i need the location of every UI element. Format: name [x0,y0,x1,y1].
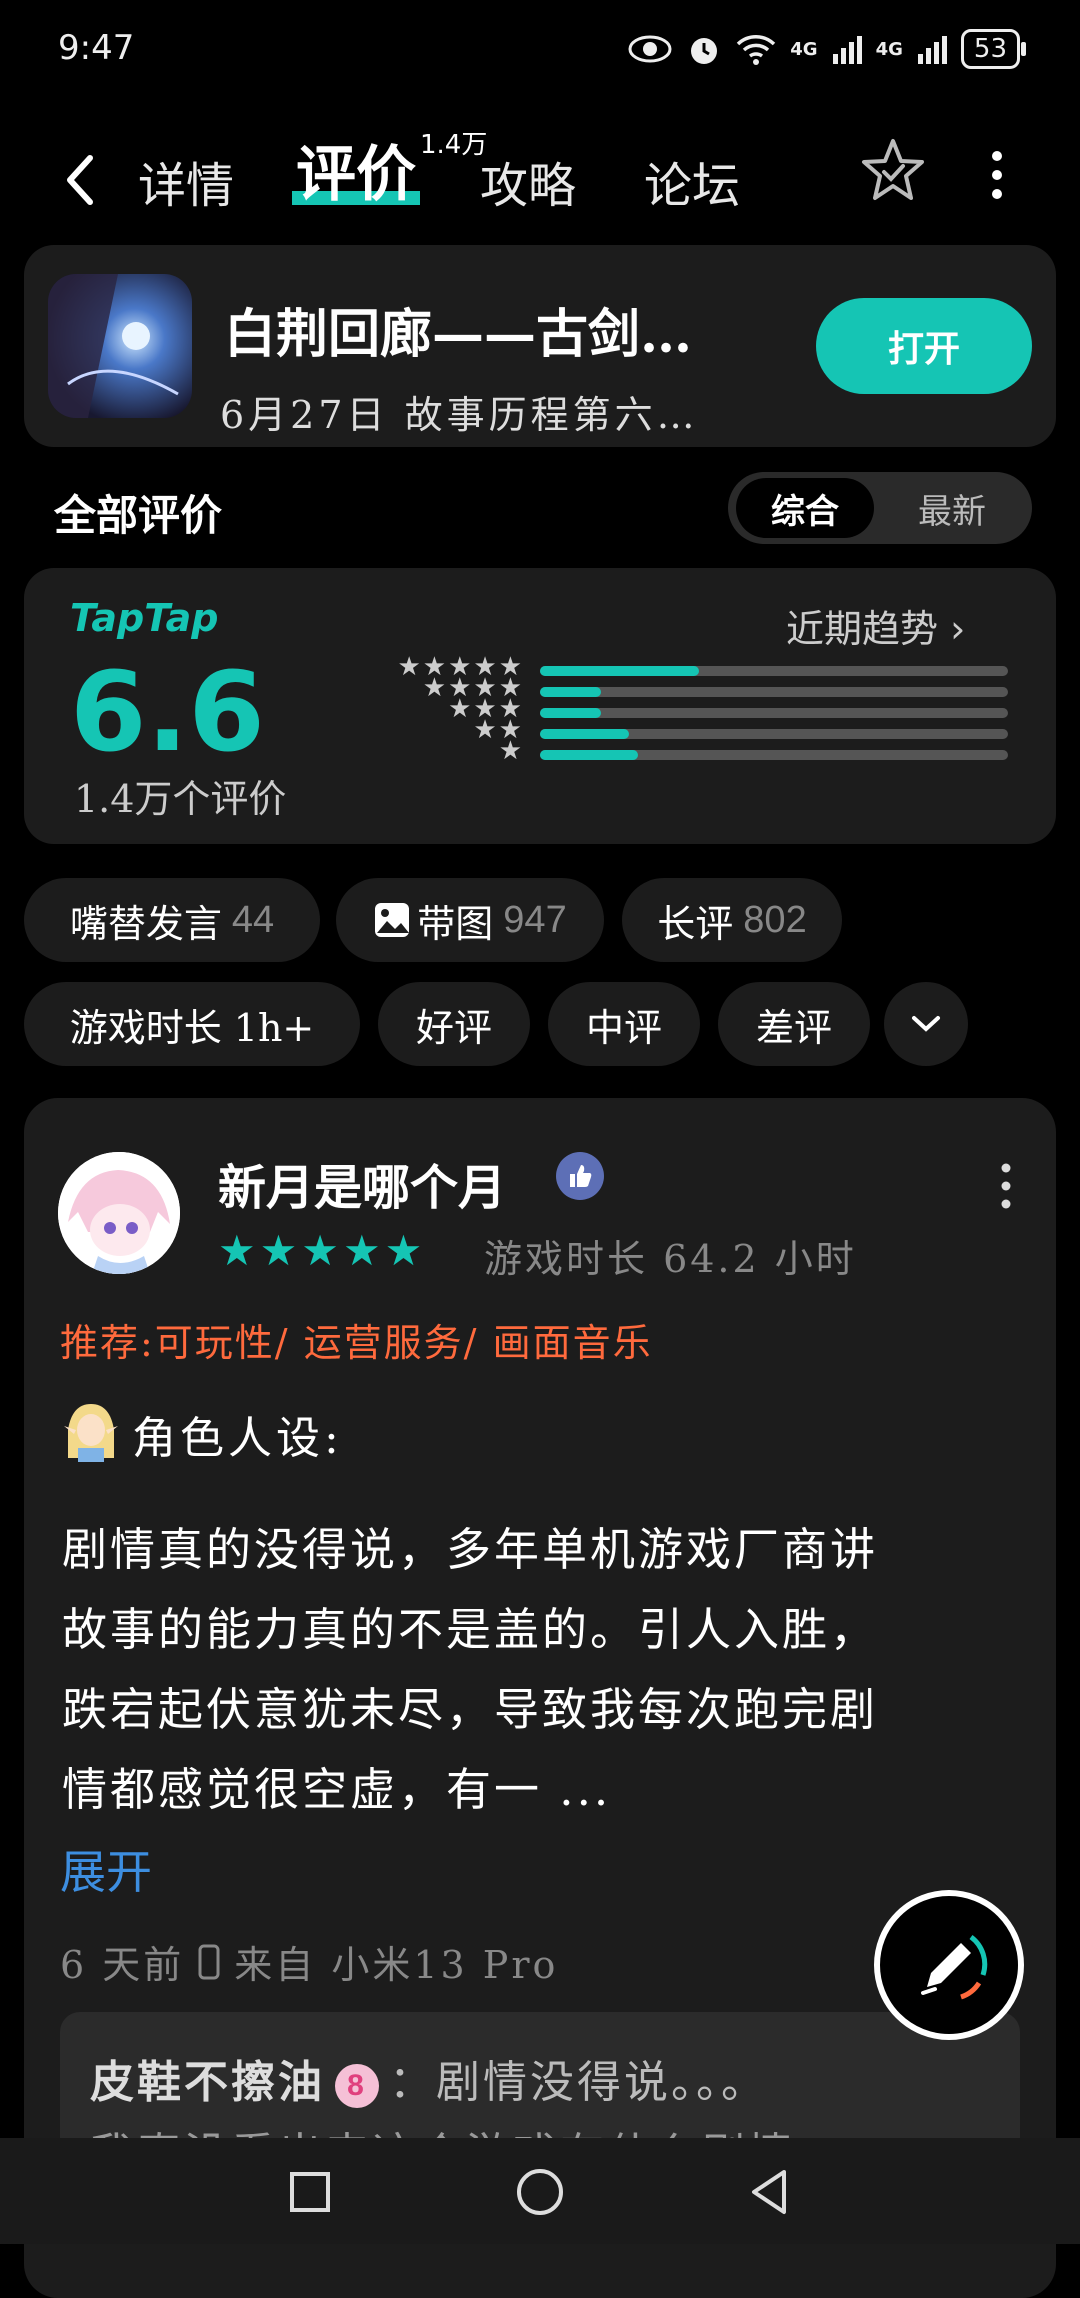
filter-chip-label: 带图 [417,901,494,946]
reply-level-badge: 8 [335,2063,379,2108]
filter-chip-negative[interactable]: 差评 [718,982,870,1066]
game-icon [48,274,192,418]
review-time: 6 天前 [60,1943,185,1987]
filter-expand-button[interactable] [884,982,968,1066]
review-section-label: 角色人设: [132,1413,343,1464]
thumbs-up-badge-icon [556,1152,604,1200]
taptap-logo: TapTap [70,596,219,640]
filter-chip-label: 嘴替发言 [69,901,222,946]
tab-reviews-label: 评价 [296,140,416,210]
reply-author[interactable]: 皮鞋不擦油 [90,2057,325,2108]
review-body-line: 故事的能力真的不是盖的。引人入胜， [62,1603,879,1656]
status-time: 9:47 [58,28,135,68]
distribution-bar-fill [540,666,700,676]
pen-icon [921,1934,988,2000]
sort-option-overall[interactable]: 综合 [736,478,874,538]
distribution-bar-2 [540,729,1008,739]
filter-chip-quotable[interactable]: 嘴替发言 44 [24,878,320,962]
back-nav-icon[interactable] [740,2162,800,2222]
review-stars: ★★★★★ [218,1226,427,1275]
distribution-bar-5 [540,666,1008,676]
rating-count: 1.4万个评价 [74,777,287,821]
alarm-icon [691,38,718,64]
battery-indicator: 53 [960,29,1027,69]
phone-icon [198,1944,220,1979]
recent-trend-label: 近期趋势 [786,607,939,651]
distribution-stars-1: ★ [498,736,524,766]
distribution-bar-4 [540,687,1008,697]
expand-review-link[interactable]: 展开 [60,1836,152,1902]
distribution-bar-3 [540,708,1008,718]
distribution-bar-1 [540,750,1008,760]
status-icons: 4G 4G 53 [628,24,1027,74]
filter-chip-playtime[interactable]: 游戏时长 1h+ [24,982,360,1066]
game-update-subtitle: 6月27日 故事历程第六… [220,393,699,437]
filter-chip-positive[interactable]: 好评 [378,982,530,1066]
home-icon[interactable] [510,2162,570,2222]
filter-chip-with-images[interactable]: 带图 947 [336,878,604,962]
review-meta: 6 天前 来自 小米13 Pro [60,1934,558,1989]
recent-apps-icon[interactable] [280,2162,340,2222]
filter-chip-neutral[interactable]: 中评 [548,982,700,1066]
reply-preview-line: 皮鞋不擦油 8 ：剧情没得说。。。 [90,2046,768,2110]
sort-option-latest[interactable]: 最新 [882,478,1022,538]
review-device: 来自 小米13 Pro [234,1943,559,1987]
network-label-2: 4G [875,38,903,60]
filter-chip-count: 947 [503,898,567,941]
review-body-line: 剧情真的没得说，多年单机游戏厂商讲 [62,1523,879,1576]
elf-emoji-icon [64,1404,118,1462]
tab-details[interactable]: 详情 [138,146,234,216]
distribution-bar-fill [540,729,629,739]
write-review-button[interactable] [874,1890,1024,2040]
game-title: 白荆回廊——古剑… [224,304,693,365]
eye-icon [628,35,672,63]
filter-chip-count: 44 [231,898,275,941]
review-body-line: 跌宕起伏意犹未尽，导致我每次跑完剧 [62,1683,879,1736]
recent-trend-link[interactable]: 近期趋势 › [786,598,965,653]
favorite-star-icon[interactable] [858,136,928,206]
rating-score: 6.6 [70,648,265,776]
review-count-badge: 1.4万 [420,130,488,160]
filter-chip-label: 长评 [657,901,734,946]
chevron-down-icon [912,1016,940,1032]
distribution-bar-fill [540,750,639,760]
signal-icon-2 [917,36,947,64]
back-icon[interactable] [60,150,100,210]
reviewer-avatar[interactable] [58,1152,180,1274]
chevron-right-icon: › [950,607,966,651]
signal-icon-1 [832,36,862,64]
review-more-icon[interactable] [998,1162,1014,1210]
review-body-line: 情都感觉很空虚，有一 ... [62,1763,612,1816]
distribution-bar-fill [540,687,601,697]
image-icon [375,903,410,937]
tab-forum[interactable]: 论坛 [644,146,740,216]
filter-chip-long-reviews[interactable]: 长评 802 [622,878,842,962]
network-label-1: 4G [790,38,818,60]
reply-content: ：剧情没得说。。。 [389,2057,768,2108]
reviewer-name[interactable]: 新月是哪个月 [218,1148,506,1218]
filter-chip-count: 802 [743,898,807,941]
wifi-icon [737,35,776,65]
review-playtime: 游戏时长 64.2 小时 [484,1237,857,1281]
distribution-bar-fill [540,708,601,718]
all-reviews-title: 全部评价 [54,491,223,540]
tab-reviews[interactable]: 评价 [292,126,420,213]
more-options-icon[interactable] [985,150,1009,200]
review-body: 剧情真的没得说，多年单机游戏厂商讲 故事的能力真的不是盖的。引人入胜， 跌宕起伏… [62,1510,1022,1830]
open-game-button[interactable]: 打开 [816,298,1032,394]
tab-guides[interactable]: 攻略 [480,146,576,216]
review-recommend-tags: 推荐:可玩性/ 运营服务/ 画面音乐 [60,1321,653,1365]
